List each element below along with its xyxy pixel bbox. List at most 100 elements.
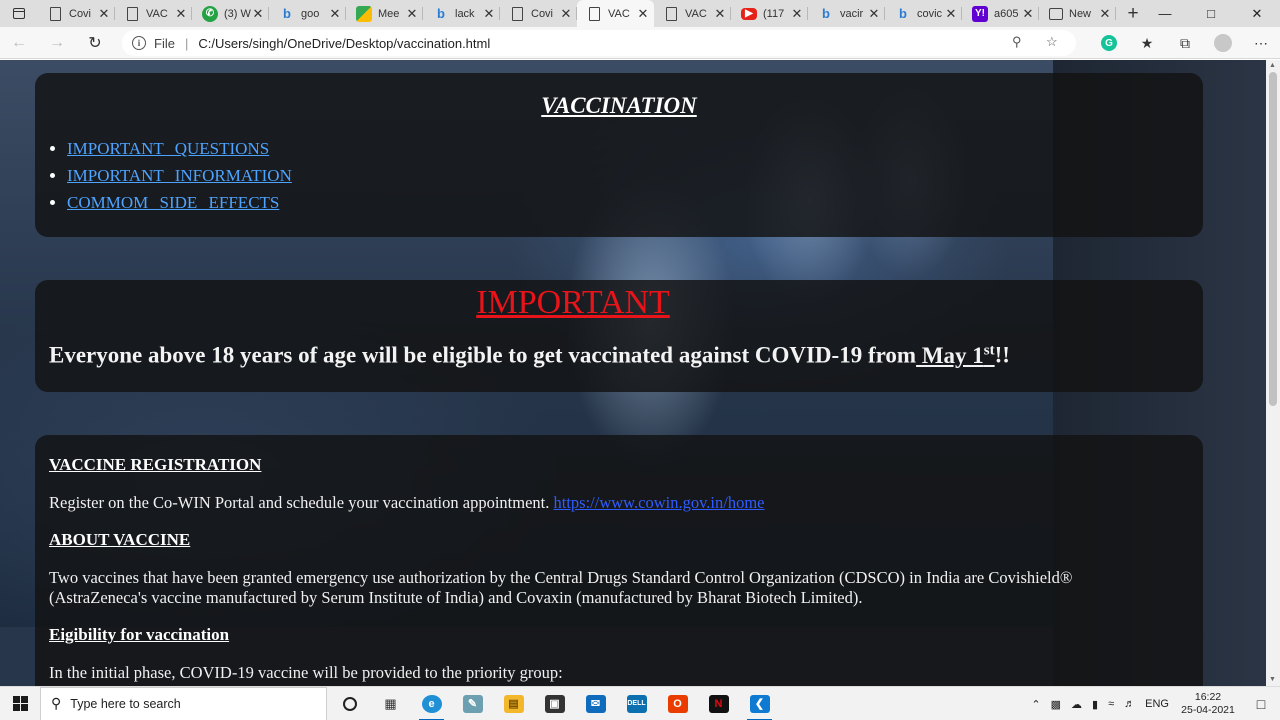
clock-date: 25-04-2021 <box>1181 704 1235 716</box>
address-bar[interactable]: i File | C:/Users/singh/OneDrive/Desktop… <box>122 30 1076 56</box>
browser-tab[interactable]: Mee ✕ <box>346 0 423 27</box>
tab-close-icon[interactable]: ✕ <box>559 6 573 22</box>
tab-close-icon[interactable]: ✕ <box>713 6 727 22</box>
vscode-icon[interactable]: ❮ <box>739 687 780 720</box>
refresh-button[interactable]: ↻ <box>76 27 114 59</box>
nav-item: COMMOM SIDE EFFECTS <box>67 189 1203 216</box>
minimize-icon[interactable]: — <box>1142 0 1188 27</box>
more-options-icon[interactable]: ⋯ <box>1242 27 1280 59</box>
dell-icon[interactable]: DELL <box>616 687 657 720</box>
window-menu-icon[interactable] <box>0 0 38 27</box>
grammarly-extension-icon[interactable]: G <box>1101 35 1117 51</box>
info-icon[interactable]: i <box>132 36 146 50</box>
netflix-icon[interactable]: N <box>698 687 739 720</box>
maximize-icon[interactable]: □ <box>1188 0 1234 27</box>
browser-tab[interactable]: VAC ✕ <box>577 0 654 27</box>
scrollbar-thumb[interactable] <box>1269 72 1277 406</box>
page-viewport: VACCINATION IMPORTANT QUESTIONS IMPORTAN… <box>0 60 1266 686</box>
browser-tab[interactable]: VAC ✕ <box>654 0 731 27</box>
browser-tab[interactable]: b vacir ✕ <box>808 0 885 27</box>
collections-icon[interactable]: ⧉ <box>1166 27 1204 59</box>
task-view-icon[interactable]: ▦ <box>370 687 411 720</box>
browser-tab[interactable]: b lack ✕ <box>423 0 500 27</box>
nav-item: IMPORTANT QUESTIONS <box>67 135 1203 162</box>
tab-label: lack <box>455 7 475 20</box>
browser-tab[interactable]: ✆ (3) W ✕ <box>192 0 269 27</box>
scroll-up-icon[interactable]: ▲ <box>1269 62 1276 69</box>
edge-taskbar-icon[interactable]: e <box>411 687 452 720</box>
browser-tab[interactable]: New ✕ <box>1039 0 1116 27</box>
vertical-scrollbar[interactable]: ▲ ▼ <box>1266 60 1280 686</box>
close-window-icon[interactable]: ✕ <box>1234 0 1280 27</box>
clock[interactable]: 16:22 25-04-2021 <box>1174 691 1242 717</box>
browser-tab[interactable]: ▶ (117 ✕ <box>731 0 808 27</box>
registration-heading: VACCINE REGISTRATION <box>49 455 262 474</box>
tab-label: (117 <box>763 7 785 20</box>
favorite-star-icon[interactable]: ☆ <box>1046 34 1058 50</box>
announcement-date: May 1st <box>916 342 995 368</box>
tab-close-icon[interactable]: ✕ <box>97 6 111 22</box>
browser-tab[interactable]: Y! a605 ✕ <box>962 0 1039 27</box>
favorites-icon[interactable]: ★ <box>1128 27 1166 59</box>
tab-close-icon[interactable]: ✕ <box>482 6 496 22</box>
network-device-icon[interactable]: ▩ <box>1046 698 1066 711</box>
volume-icon[interactable]: ♬ <box>1119 698 1140 710</box>
tab-close-icon[interactable]: ✕ <box>251 6 265 22</box>
tab-close-icon[interactable]: ✕ <box>867 6 881 22</box>
page-title: VACCINATION <box>541 93 697 118</box>
tab-label: VAC <box>608 7 630 20</box>
cortana-icon[interactable] <box>329 687 370 720</box>
page-icon <box>666 6 677 21</box>
tab-close-icon[interactable]: ✕ <box>328 6 342 22</box>
forward-button[interactable]: → <box>38 27 76 59</box>
clock-time: 16:22 <box>1194 691 1222 703</box>
important-questions-link[interactable]: IMPORTANT QUESTIONS <box>67 139 269 158</box>
address-url[interactable]: C:/Users/singh/OneDrive/Desktop/vaccinat… <box>198 36 490 51</box>
tab-close-icon[interactable]: ✕ <box>405 6 419 22</box>
tab-close-icon[interactable]: ✕ <box>636 6 650 22</box>
tab-close-icon[interactable]: ✕ <box>790 6 804 22</box>
tab-label: Covi <box>69 7 92 20</box>
windows-logo-icon <box>12 696 28 711</box>
browser-tab[interactable]: b covic ✕ <box>885 0 962 27</box>
wifi-icon[interactable]: ≈ <box>1103 698 1119 710</box>
bing-icon: b <box>822 6 830 21</box>
browser-tab[interactable]: b goo ✕ <box>269 0 346 27</box>
browser-tab[interactable]: Covi ✕ <box>38 0 115 27</box>
bing-icon: b <box>437 6 445 21</box>
tab-label: Mee <box>378 7 400 20</box>
app-taskbar-icon[interactable]: ✎ <box>452 687 493 720</box>
back-button[interactable]: ← <box>0 27 38 59</box>
tab-label: goo <box>301 7 320 20</box>
zoom-icon[interactable]: ⚲ <box>1012 34 1022 50</box>
browser-tab[interactable]: Covi ✕ <box>500 0 577 27</box>
battery-icon[interactable]: ▮ <box>1087 698 1103 711</box>
file-explorer-icon[interactable]: ▤ <box>493 687 534 720</box>
taskbar-search-box[interactable]: ⚲ Type here to search <box>40 686 327 720</box>
navigation-panel: VACCINATION IMPORTANT QUESTIONS IMPORTAN… <box>35 73 1203 237</box>
common-side-effects-link[interactable]: COMMOM SIDE EFFECTS <box>67 193 279 212</box>
cowin-link[interactable]: https://www.cowin.gov.in/home <box>554 493 765 512</box>
profile-avatar[interactable] <box>1214 34 1232 52</box>
browser-tab[interactable]: VAC ✕ <box>115 0 192 27</box>
meet-icon <box>356 5 372 22</box>
office-icon[interactable]: O <box>657 687 698 720</box>
page-icon <box>127 6 138 21</box>
store-icon[interactable]: ▣ <box>534 687 575 720</box>
onedrive-icon[interactable]: ☁ <box>1066 698 1087 711</box>
tab-close-icon[interactable]: ✕ <box>1098 6 1112 22</box>
start-button[interactable] <box>0 687 40 720</box>
address-separator: | <box>184 35 189 51</box>
tab-close-icon[interactable]: ✕ <box>174 6 188 22</box>
window-controls: — □ ✕ <box>1142 0 1280 27</box>
scroll-down-icon[interactable]: ▼ <box>1269 676 1276 683</box>
tab-close-icon[interactable]: ✕ <box>1021 6 1035 22</box>
show-hidden-icons-icon[interactable]: ⌃ <box>1026 698 1045 711</box>
notifications-icon[interactable]: □ <box>1242 696 1280 712</box>
mail-icon[interactable]: ✉ <box>575 687 616 720</box>
language-indicator[interactable]: ENG <box>1140 698 1174 710</box>
important-information-link[interactable]: IMPORTANT INFORMATION <box>67 166 292 185</box>
tab-label: Covi <box>531 7 554 20</box>
tab-close-icon[interactable]: ✕ <box>944 6 958 22</box>
windows-taskbar: ⚲ Type here to search ▦ e ✎ ▤ ▣ ✉ DELL O… <box>0 686 1280 720</box>
